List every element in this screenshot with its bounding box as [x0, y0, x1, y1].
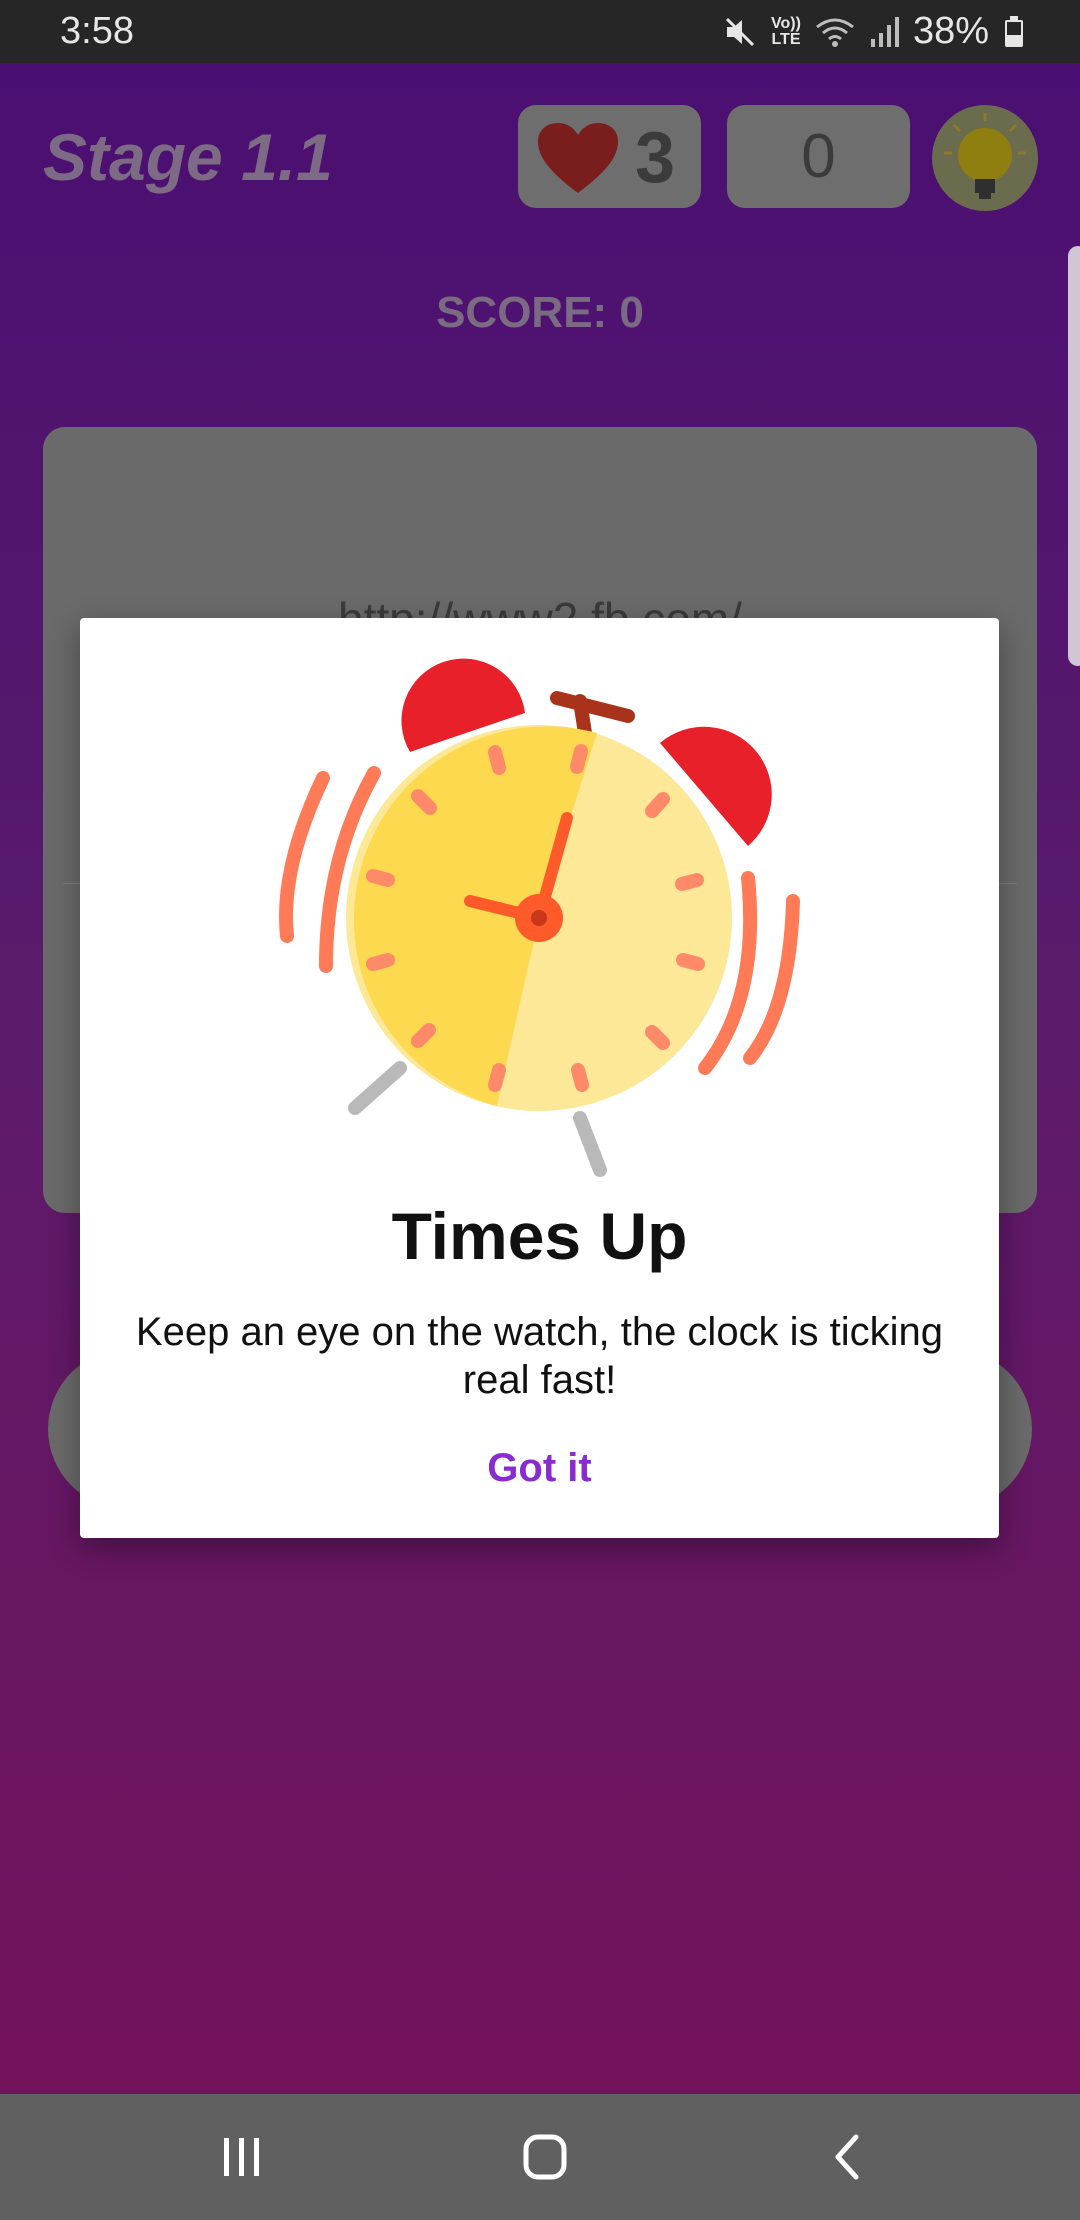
- screen: 3:58 Vo)) LTE 38% Stage 1.1 3 0 SCORE: 0…: [0, 0, 1080, 2220]
- heart-icon: [536, 121, 620, 200]
- mute-icon: [723, 15, 757, 49]
- lives-count: 3: [635, 118, 676, 198]
- wifi-icon: [815, 15, 855, 49]
- status-bar: 3:58 Vo)) LTE 38%: [0, 0, 1080, 63]
- score-label: SCORE: 0: [436, 288, 644, 337]
- status-icons: Vo)) LTE 38%: [723, 10, 1025, 53]
- battery-percent: 38%: [912, 10, 989, 52]
- got-it-button[interactable]: Got it: [80, 1446, 999, 1491]
- volte-label: Vo)): [771, 14, 801, 32]
- recent-apps-icon: [224, 2138, 259, 2176]
- home-button[interactable]: [505, 2122, 585, 2192]
- lte-label: LTE: [771, 30, 801, 48]
- back-button[interactable]: [808, 2122, 888, 2192]
- battery-icon: [1003, 15, 1025, 49]
- times-up-dialog: Times Up Keep an eye on the watch, the c…: [80, 618, 999, 1538]
- recent-apps-button[interactable]: [202, 2122, 282, 2192]
- lightbulb-icon: [944, 113, 1026, 199]
- alarm-clock-icon: [279, 658, 800, 1177]
- stage-title: Stage 1.1: [43, 120, 333, 194]
- signal-icon: [869, 15, 899, 49]
- status-time: 3:58: [60, 10, 134, 52]
- dialog-message: Keep an eye on the watch, the clock is t…: [135, 1310, 944, 1402]
- lives-badge: 3: [518, 105, 701, 208]
- dialog-title: Times Up: [391, 1199, 688, 1273]
- home-icon: [523, 2134, 567, 2180]
- volte-indicator: Vo)) LTE: [771, 14, 801, 48]
- hint-button[interactable]: [932, 105, 1038, 211]
- edge-panel-handle[interactable]: [1068, 246, 1080, 666]
- coin-counter: 0: [727, 105, 910, 208]
- back-icon: [835, 2134, 859, 2180]
- navigation-bar: [0, 2094, 1080, 2220]
